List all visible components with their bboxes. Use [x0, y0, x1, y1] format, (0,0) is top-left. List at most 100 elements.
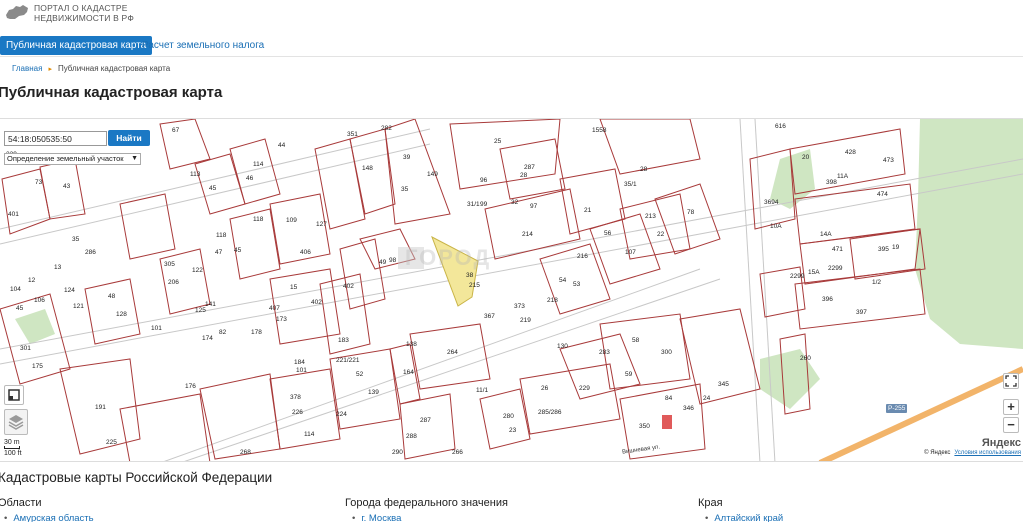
- parcel-label: 287: [524, 164, 535, 171]
- parcel-label: 176: [185, 383, 196, 390]
- region-link-label: Алтайский край: [714, 513, 784, 522]
- object-type-select[interactable]: Определение земельный участок ▼: [4, 153, 141, 165]
- zoom-out-button[interactable]: −: [1003, 417, 1019, 433]
- parcel-label: 22: [657, 231, 665, 238]
- parcel-label: 67: [172, 127, 180, 134]
- parcel-label: 15А: [808, 269, 820, 276]
- parcel-label: 428: [845, 149, 856, 156]
- parcel-label: 118: [216, 232, 227, 239]
- parcel-label: 282: [381, 125, 392, 132]
- parcel-label: 183: [338, 337, 349, 344]
- russia-map-logo-icon[interactable]: [4, 3, 30, 23]
- parcel-label: 471: [832, 246, 843, 253]
- parcel-label: 11/1: [476, 387, 489, 394]
- parcel-label: 114: [253, 161, 264, 168]
- fullscreen-button[interactable]: [1003, 373, 1019, 389]
- parcel-label: 52: [356, 371, 364, 378]
- highway-badge: Р-255: [886, 404, 908, 413]
- parcel-label: 28: [640, 166, 648, 173]
- parcel-label: 43: [63, 183, 71, 190]
- parcel-label: 300: [661, 349, 672, 356]
- parcel-label: 174: [202, 335, 213, 342]
- zoom-in-button[interactable]: +: [1003, 399, 1019, 415]
- minus-icon: −: [1007, 417, 1015, 432]
- parcel-label: 45: [234, 247, 242, 254]
- parcel-label: 59: [625, 371, 633, 378]
- parcel-label: 290: [392, 449, 403, 456]
- parcel-label: 397: [856, 309, 867, 316]
- region-link-oblast[interactable]: • Амурская область: [4, 513, 94, 522]
- parcel-label: 44: [278, 142, 286, 149]
- parcel-label: 48: [108, 293, 116, 300]
- parcel-label: 395: [878, 246, 889, 253]
- chevron-down-icon: ▼: [131, 155, 138, 162]
- region-link-label: г. Москва: [361, 513, 402, 522]
- parcel-label: 106: [34, 297, 45, 304]
- legend-icon: [8, 389, 20, 401]
- parcel-label: 2299: [828, 265, 843, 272]
- map-canvas[interactable]: [0, 119, 1023, 462]
- parcel-label: 221/221: [336, 357, 360, 364]
- parcel-label: 396: [822, 296, 833, 303]
- parcel-label: 11А: [837, 173, 849, 180]
- building-marker: [662, 415, 672, 429]
- terms-of-use-link[interactable]: Условия использования: [954, 450, 1021, 456]
- parcel-label: 97: [530, 203, 538, 210]
- parcel-label: 28: [520, 172, 528, 179]
- parcel-label: 24: [703, 395, 711, 402]
- region-link-krai[interactable]: • Алтайский край: [705, 513, 783, 522]
- parcel-label: 35: [72, 236, 80, 243]
- parcel-label: 191: [95, 404, 106, 411]
- parcel-label: 104: [10, 286, 21, 293]
- cadastral-map[interactable]: ГОРОД 67 351 282 1558 616 329 73 43 401 …: [0, 118, 1023, 462]
- parcel-label: 118: [253, 216, 264, 223]
- yandex-logo[interactable]: Яндекс: [982, 437, 1021, 449]
- map-watermark: ГОРОД: [405, 245, 492, 270]
- parcel-label: 73: [35, 179, 43, 186]
- parcel-label: 173: [276, 316, 287, 323]
- parcel-label: 138: [406, 341, 417, 348]
- parcel-label: 124: [64, 287, 75, 294]
- parcel-label: 1/2: [872, 279, 882, 286]
- regions-section-title: Кадастровые карты Российской Федерации: [0, 470, 273, 485]
- region-link-city[interactable]: • г. Москва: [352, 513, 401, 522]
- parcel-label: 107: [625, 249, 636, 256]
- parcel-label: 266: [452, 449, 463, 456]
- bullet-icon: •: [705, 513, 709, 522]
- parcel-label: 45: [16, 305, 24, 312]
- parcel-label: 15: [290, 284, 298, 291]
- parcel-label: 141: [205, 301, 216, 308]
- parcel-label: 283: [599, 349, 610, 356]
- plus-icon: +: [1007, 399, 1015, 414]
- parcel-label: 35: [401, 186, 409, 193]
- parcel-label: 351: [347, 131, 358, 138]
- parcel-label: 219: [520, 317, 531, 324]
- parcel-label: 184: [294, 359, 305, 366]
- copyright-text: © Яндекс: [924, 450, 951, 456]
- parcel-label: 20: [802, 154, 810, 161]
- parcel-label: 49: [379, 259, 387, 266]
- parcel-label: 474: [877, 191, 888, 198]
- site-logo-text[interactable]: ПОРТАЛ О КАДАСТРЕ НЕДВИЖИМОСТИ В РФ: [34, 3, 134, 23]
- parcel-label: 54: [559, 277, 567, 284]
- cadastral-number-search-input[interactable]: 54:18:050535:50: [4, 131, 107, 146]
- breadcrumb-home-link[interactable]: Главная: [12, 64, 42, 73]
- tab-public-cadastral-map[interactable]: Публичная кадастровая карта: [0, 36, 153, 55]
- parcel-label: 21: [584, 207, 592, 214]
- parcel-label: 130: [557, 343, 568, 350]
- parcel-label: 1558: [592, 127, 607, 134]
- parcel-label: 14А: [820, 231, 832, 238]
- parcel-label: 407: [269, 305, 280, 312]
- parcel-label: 268: [240, 449, 251, 456]
- layers-button[interactable]: [4, 409, 28, 435]
- bullet-icon: •: [352, 513, 356, 522]
- legend-toggle-button[interactable]: [4, 385, 24, 405]
- parcel-label: 3694: [764, 199, 779, 206]
- tab-land-tax-calculation[interactable]: Расчет земельного налога: [136, 36, 270, 55]
- parcel-label: 84: [665, 395, 673, 402]
- search-button[interactable]: Найти: [108, 130, 150, 146]
- parcel-label: 99: [480, 201, 488, 208]
- parcel-label: 47: [215, 249, 223, 256]
- parcel-label: 225: [106, 439, 117, 446]
- parcel-label: 13: [54, 264, 62, 271]
